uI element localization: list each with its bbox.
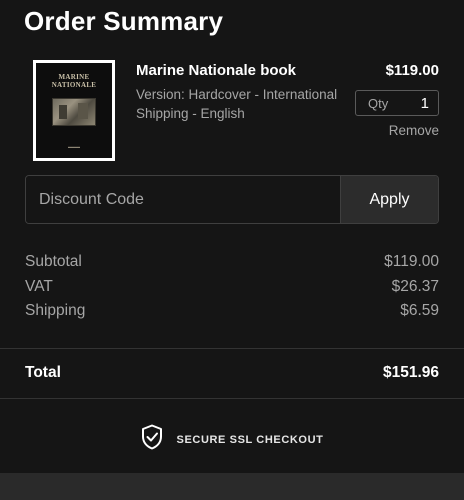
total-value: $151.96 <box>382 364 439 381</box>
vat-label: VAT <box>25 278 53 295</box>
divider <box>0 398 464 399</box>
vat-value: $26.37 <box>391 278 439 295</box>
product-price: $119.00 <box>385 62 439 79</box>
book-cover-title: MARINE NATIONALE <box>51 73 97 89</box>
shield-check-icon <box>141 424 163 455</box>
product-name: Marine Nationale book <box>136 62 297 79</box>
shipping-value: $6.59 <box>400 302 439 319</box>
subtotal-value: $119.00 <box>384 253 439 270</box>
total-label: Total <box>25 364 61 381</box>
book-cover-photo <box>52 98 96 126</box>
subtotal-label: Subtotal <box>25 253 82 270</box>
secure-checkout-badge: SECURE SSL CHECKOUT <box>0 424 464 455</box>
quantity-label: Qty <box>368 95 389 111</box>
shipping-label: Shipping <box>25 302 86 319</box>
subtotal-row: Subtotal $119.00 <box>25 253 439 271</box>
apply-button[interactable]: Apply <box>340 176 438 223</box>
shipping-row: Shipping $6.59 <box>25 302 439 320</box>
vat-row: VAT $26.37 <box>25 278 439 296</box>
footer-bar <box>0 473 464 500</box>
divider <box>0 348 464 349</box>
quantity-value: 1 <box>420 94 429 112</box>
quantity-selector[interactable]: Qty 1 <box>355 90 439 116</box>
discount-code-input[interactable] <box>26 176 340 223</box>
order-summary-page: Order Summary MARINE NATIONALE ▬▬▬ Marin… <box>0 0 464 500</box>
secure-checkout-label: SECURE SSL CHECKOUT <box>176 433 324 446</box>
discount-form: Apply <box>25 175 439 224</box>
product-variant: Version: Hardcover - International Shipp… <box>136 87 338 121</box>
book-cover: MARINE NATIONALE ▬▬▬ <box>36 63 112 158</box>
product-thumbnail[interactable]: MARINE NATIONALE ▬▬▬ <box>33 60 115 161</box>
book-cover-footer: ▬▬▬ <box>68 144 80 149</box>
remove-link[interactable]: Remove <box>389 123 439 138</box>
total-row: Total $151.96 <box>25 364 439 382</box>
page-title: Order Summary <box>24 6 224 36</box>
